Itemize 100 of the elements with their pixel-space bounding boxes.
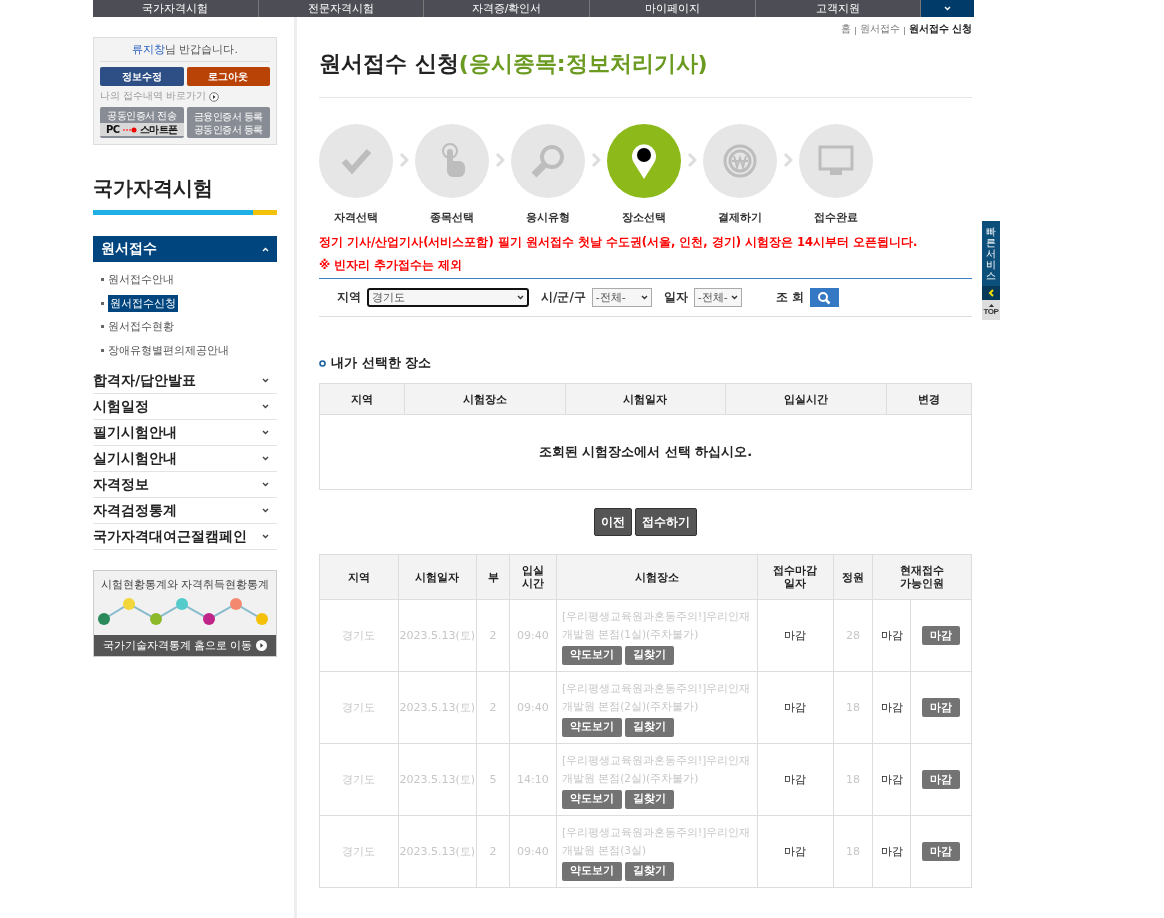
column-header: 시험장소 [404, 383, 566, 415]
logout-button[interactable]: 로그아웃 [186, 67, 270, 86]
table-cell: 28 [833, 599, 873, 672]
arrow-circle-icon[interactable] [256, 640, 268, 651]
map-button[interactable]: 약도보기 [561, 861, 622, 881]
column-header: 변경 [886, 383, 972, 415]
arrow-circle-icon[interactable] [209, 91, 220, 102]
table-cell: 18 [833, 815, 873, 888]
caret-down-icon [262, 508, 269, 513]
bullet-icon [319, 359, 326, 367]
dropdown-field[interactable]: 경기도 [367, 288, 529, 307]
column-header: 현재접수 가능인원 [872, 554, 972, 600]
menu-item[interactable]: 자격검정통계 [93, 498, 277, 524]
table-cell: 18 [833, 743, 873, 816]
menu-item[interactable]: 원서접수 [93, 236, 277, 262]
submit-button[interactable]: 접수하기 [635, 508, 697, 536]
table-cell: 2 [476, 671, 510, 744]
menu-item[interactable]: 합격자/답안발표 [93, 368, 277, 394]
table-cell: 09:40 [509, 599, 557, 672]
arrow-icon [122, 126, 137, 133]
menu-toggle[interactable] [921, 0, 974, 17]
table-cell: 마감 [872, 671, 911, 744]
step-label: 장소선택 [622, 210, 666, 225]
stats-banner[interactable]: 시험현황통계와 자격취득현황통계 국가기술자격통계 홈으로 이동 [93, 570, 277, 657]
menu-item[interactable]: 실기시험안내 [93, 446, 277, 472]
menu-item[interactable]: 시험일정 [93, 394, 277, 420]
cert-send-button[interactable]: 공동인증서 전송 PC 스마트폰 [100, 107, 184, 138]
sidebar-title: 국가자격시험 [93, 175, 277, 215]
step-label: 결제하기 [718, 210, 762, 225]
submenu-item[interactable]: 원서접수안내 [108, 272, 174, 288]
table-cell: 2023.5.13(토) [398, 599, 477, 672]
caret-down-icon [262, 404, 269, 409]
caret-down-icon [262, 534, 269, 539]
map-button[interactable]: 약도보기 [561, 789, 622, 809]
status-button[interactable]: 마감 [922, 842, 961, 861]
chevron-right-icon [399, 152, 409, 168]
column-header: 입실시간 [725, 383, 887, 415]
map-button[interactable]: 약도보기 [561, 645, 622, 665]
step-label: 종목선택 [430, 210, 474, 225]
column-header: 시험일자 [565, 383, 726, 415]
dropdown-field[interactable]: -전체- [693, 288, 742, 307]
column-header: 부 [476, 554, 510, 600]
field-label: 조 회 [775, 289, 804, 306]
step-label: 응시유형 [526, 210, 570, 225]
table-cell: 2023.5.13(토) [398, 671, 477, 744]
table-cell: 마감 [757, 671, 833, 744]
column-header: 정원 [833, 554, 873, 600]
page-title: 원서접수 신청(응시종목:정보처리기사) [319, 36, 972, 98]
nav-tab[interactable]: 마이페이지 [589, 0, 756, 17]
caret-down-icon [262, 378, 269, 383]
table-cell: 마감 [872, 743, 911, 816]
table-cell: 2 [476, 599, 510, 672]
submenu-item[interactable]: 원서접수신청 [108, 294, 178, 312]
caret-up-icon [262, 246, 269, 252]
table-cell: 5 [476, 743, 510, 816]
table-cell: 마감 [872, 599, 911, 672]
chevron-left-icon[interactable] [988, 289, 994, 297]
menu-item[interactable]: 국가자격대여근절캠페인 [93, 524, 277, 550]
field-label: 지역 [337, 289, 361, 306]
directions-button[interactable]: 길찾기 [624, 861, 674, 881]
dropdown-field[interactable]: -전체- [591, 288, 652, 307]
nav-tab[interactable]: 국가자격시험 [93, 0, 259, 17]
column-header: 접수마감 일자 [757, 554, 833, 600]
directions-button[interactable]: 길찾기 [624, 645, 674, 665]
caret-down-icon [730, 295, 738, 300]
back-button[interactable]: 이전 [594, 508, 632, 536]
field-label: 시/군/구 [541, 289, 586, 306]
nav-tab[interactable]: 자격증/확인서 [424, 0, 590, 17]
column-header: 지역 [319, 383, 405, 415]
notice-text: ※ 빈자리 추가접수는 제외 [319, 258, 972, 279]
menu-item[interactable]: 필기시험안내 [93, 420, 277, 446]
edit-info-button[interactable]: 정보수정 [100, 67, 184, 86]
quick-service-tab[interactable]: 빠른서비스 [982, 221, 1000, 286]
search-button[interactable] [809, 288, 839, 307]
table-cell: 마감 [872, 815, 911, 888]
status-button[interactable]: 마감 [922, 626, 961, 645]
column-header: 지역 [319, 554, 399, 600]
column-header: 입실 시간 [509, 554, 557, 600]
chevron-right-icon [783, 152, 793, 168]
status-button[interactable]: 마감 [922, 770, 961, 789]
directions-button[interactable]: 길찾기 [624, 789, 674, 809]
menu-item[interactable]: 자격정보 [93, 472, 277, 498]
table-cell: 2023.5.13(토) [398, 815, 477, 888]
top-button[interactable]: TOP [982, 300, 1000, 320]
directions-button[interactable]: 길찾기 [624, 717, 674, 737]
breadcrumb-item[interactable]: 홈 [840, 22, 851, 36]
breadcrumb-item[interactable]: 원서접수 [859, 22, 900, 36]
status-button[interactable]: 마감 [922, 698, 961, 717]
section-title: 내가 선택한 장소 [331, 354, 432, 372]
step-label: 접수완료 [814, 210, 858, 225]
step-label: 자격선택 [334, 210, 378, 225]
table-cell: 09:40 [509, 815, 557, 888]
field-label: 일자 [663, 289, 688, 306]
breadcrumb-item: 원서접수 신청 [908, 22, 972, 36]
submenu-item[interactable]: 원서접수현황 [108, 319, 174, 335]
chevron-right-icon [495, 152, 505, 168]
map-button[interactable]: 약도보기 [561, 717, 622, 737]
submenu-item[interactable]: 장애유형별편의제공안내 [108, 342, 229, 358]
table-cell: 마감 [757, 743, 833, 816]
caret-down-icon [944, 6, 952, 11]
